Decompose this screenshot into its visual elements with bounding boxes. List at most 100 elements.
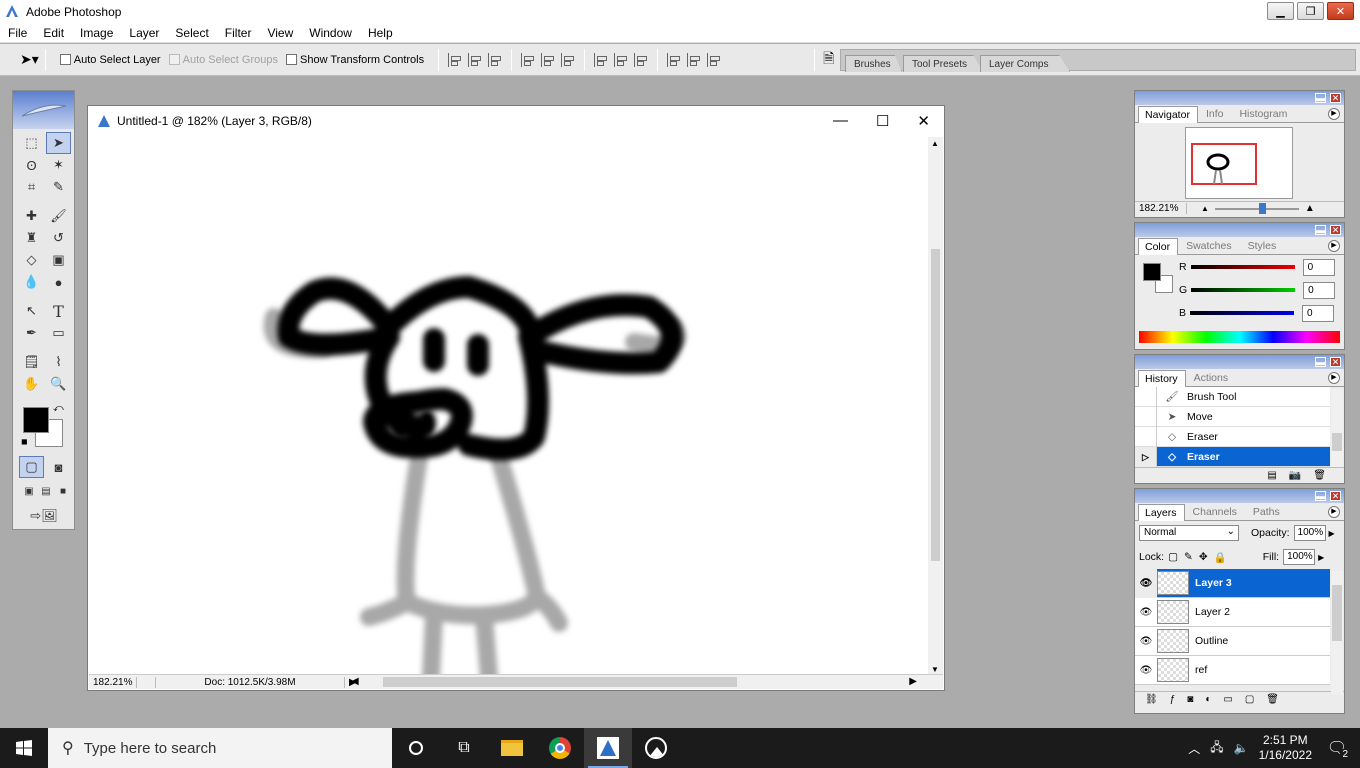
align-vcenter-icon[interactable] <box>468 52 482 67</box>
type-tool-icon[interactable]: T <box>46 300 71 322</box>
layer-row[interactable]: 👁 Layer 2 <box>1135 598 1330 627</box>
default-colors-icon[interactable]: ◼ <box>21 437 28 446</box>
navigator-zoom[interactable]: 182.21% <box>1135 203 1187 214</box>
show-transform-controls-checkbox[interactable]: Show Transform Controls <box>286 54 424 66</box>
drawing-canvas[interactable] <box>89 137 929 676</box>
well-tab-brushes[interactable]: Brushes <box>845 55 902 72</box>
scroll-down-icon[interactable]: ▼ <box>931 665 939 674</box>
b-slider[interactable] <box>1190 311 1295 315</box>
magic-wand-tool-icon[interactable]: ✶ <box>46 154 71 176</box>
zoom-out-icon[interactable]: ▲ <box>1201 204 1209 213</box>
move-tool-preset-icon[interactable]: ➤▾ <box>20 51 39 68</box>
quick-mask-mode-icon[interactable]: ◙ <box>46 456 71 478</box>
menu-file[interactable]: File <box>0 26 35 40</box>
screen-mode-standard-icon[interactable]: ▣ <box>22 484 36 498</box>
snapshot-icon[interactable]: 📷 <box>1289 470 1301 481</box>
document-vertical-scrollbar[interactable]: ▲ ▼ <box>928 137 943 676</box>
g-input[interactable]: 0 <box>1303 281 1336 299</box>
menu-image[interactable]: Image <box>72 26 121 40</box>
notes-tool-icon[interactable]: 🗒 <box>19 351 44 373</box>
task-view-icon[interactable]: ⧉ <box>440 728 488 768</box>
lock-all-icon[interactable]: 🔒 <box>1214 551 1227 564</box>
distribute-top-icon[interactable] <box>594 52 608 67</box>
jump-to-imageready-icon[interactable]: ⇨🖼 <box>19 505 69 527</box>
history-brush-tool-icon[interactable]: ↺ <box>46 227 71 249</box>
well-tab-tool-presets[interactable]: Tool Presets <box>903 55 983 72</box>
menu-select[interactable]: Select <box>167 26 216 40</box>
color-menu-icon[interactable]: ▶ <box>1328 240 1340 252</box>
opacity-arrow-icon[interactable]: ▶ <box>1329 529 1335 538</box>
scroll-up-icon[interactable]: ▲ <box>931 139 939 148</box>
cortana-icon[interactable] <box>392 728 440 768</box>
distribute-left-icon[interactable] <box>667 52 681 67</box>
menu-edit[interactable]: Edit <box>35 26 72 40</box>
fill-arrow-icon[interactable]: ▶ <box>1318 553 1324 562</box>
menu-window[interactable]: Window <box>301 26 360 40</box>
foreground-color-swatch[interactable] <box>23 407 49 433</box>
eyedropper-tool-icon[interactable]: ⌇ <box>46 351 71 373</box>
shape-tool-icon[interactable]: ▭ <box>46 322 71 344</box>
document-horizontal-scrollbar[interactable]: ◀ ▶ <box>351 676 931 688</box>
eye-icon[interactable]: 👁 <box>1135 636 1157 647</box>
file-explorer-icon[interactable] <box>488 728 536 768</box>
lock-transparency-icon[interactable]: ▢ <box>1168 551 1178 563</box>
tab-info[interactable]: Info <box>1199 105 1232 122</box>
minimize-button[interactable]: ▁ <box>1267 2 1294 20</box>
layer-mask-icon[interactable]: ◙ <box>1187 694 1193 705</box>
toolbox-header[interactable] <box>13 91 74 129</box>
g-slider[interactable] <box>1191 288 1296 292</box>
blend-mode-select[interactable]: Normal ⌄ <box>1139 525 1239 541</box>
tab-histogram[interactable]: Histogram <box>1232 105 1295 122</box>
delete-layer-icon[interactable]: 🗑 <box>1266 694 1279 705</box>
distribute-bottom-icon[interactable] <box>634 52 648 67</box>
tab-navigator[interactable]: Navigator <box>1138 106 1198 123</box>
history-item[interactable]: ➤ Move <box>1135 406 1330 427</box>
menu-filter[interactable]: Filter <box>217 26 260 40</box>
eye-icon[interactable]: 👁 <box>1135 569 1157 598</box>
notification-center-icon[interactable]: 🗨 2 <box>1322 738 1352 760</box>
gradient-tool-icon[interactable]: ▣ <box>46 249 71 271</box>
start-button[interactable] <box>0 728 48 768</box>
auto-select-groups-checkbox[interactable]: Auto Select Groups <box>168 54 278 66</box>
tab-channels[interactable]: Channels <box>1186 503 1245 520</box>
tab-actions[interactable]: Actions <box>1187 369 1236 386</box>
app-mountain-icon[interactable] <box>632 728 680 768</box>
fill-input[interactable]: 100% <box>1283 549 1316 565</box>
photoshop-taskbar-icon[interactable] <box>584 728 632 768</box>
spectrum-bar[interactable] <box>1139 331 1340 343</box>
doc-close-icon[interactable]: ✕ <box>917 112 930 130</box>
history-scrollbar[interactable] <box>1331 389 1343 467</box>
color-fg-swatch[interactable] <box>1143 263 1161 281</box>
doc-minimize-icon[interactable]: — <box>833 112 848 130</box>
distribute-hcenter-icon[interactable] <box>687 52 701 67</box>
align-right-icon[interactable] <box>561 52 575 67</box>
navigator-zoom-slider[interactable] <box>1214 202 1299 214</box>
r-input[interactable]: 0 <box>1302 258 1335 276</box>
slice-tool-icon[interactable]: ✎ <box>46 176 71 198</box>
scroll-left-icon[interactable]: ◀ <box>351 676 359 687</box>
link-layers-icon[interactable]: ⛓ <box>1145 694 1158 705</box>
layer-style-icon[interactable]: ƒ <box>1170 694 1176 705</box>
menu-view[interactable]: View <box>259 26 301 40</box>
taskbar-search[interactable]: ⚲ Type here to search <box>48 728 392 768</box>
new-document-from-state-icon[interactable]: ▤ <box>1267 470 1276 481</box>
layer-row-selected[interactable]: 👁 Layer 3 <box>1135 569 1330 598</box>
history-item-selected[interactable]: ▷ ◇ Eraser <box>1135 446 1330 467</box>
standard-mode-icon[interactable]: ▢ <box>19 456 44 478</box>
move-tool-icon[interactable]: ➤ <box>46 132 71 154</box>
delete-state-icon[interactable]: 🗑 <box>1313 470 1326 481</box>
marquee-tool-icon[interactable]: ⬚ <box>19 132 44 154</box>
navigator-menu-icon[interactable]: ▶ <box>1328 108 1340 120</box>
show-hidden-icons-icon[interactable]: ︿ <box>1188 740 1200 757</box>
lock-position-icon[interactable]: ✥ <box>1199 551 1208 563</box>
distribute-right-icon[interactable] <box>707 52 721 67</box>
taskbar-clock[interactable]: 2:51 PM 1/16/2022 <box>1259 733 1312 763</box>
screen-mode-full-icon[interactable]: ■ <box>56 484 70 498</box>
doc-size[interactable]: Doc: 1012.5K/3.98M <box>155 676 345 688</box>
lasso-tool-icon[interactable]: ʘ <box>19 154 44 176</box>
swap-colors-icon[interactable]: ⤺ <box>53 403 64 414</box>
path-selection-tool-icon[interactable]: ↖ <box>19 300 44 322</box>
b-input[interactable]: 0 <box>1302 304 1335 322</box>
zoom-tool-icon[interactable]: 🔍 <box>46 373 71 395</box>
adjustment-layer-icon[interactable]: ◐ <box>1205 694 1211 705</box>
